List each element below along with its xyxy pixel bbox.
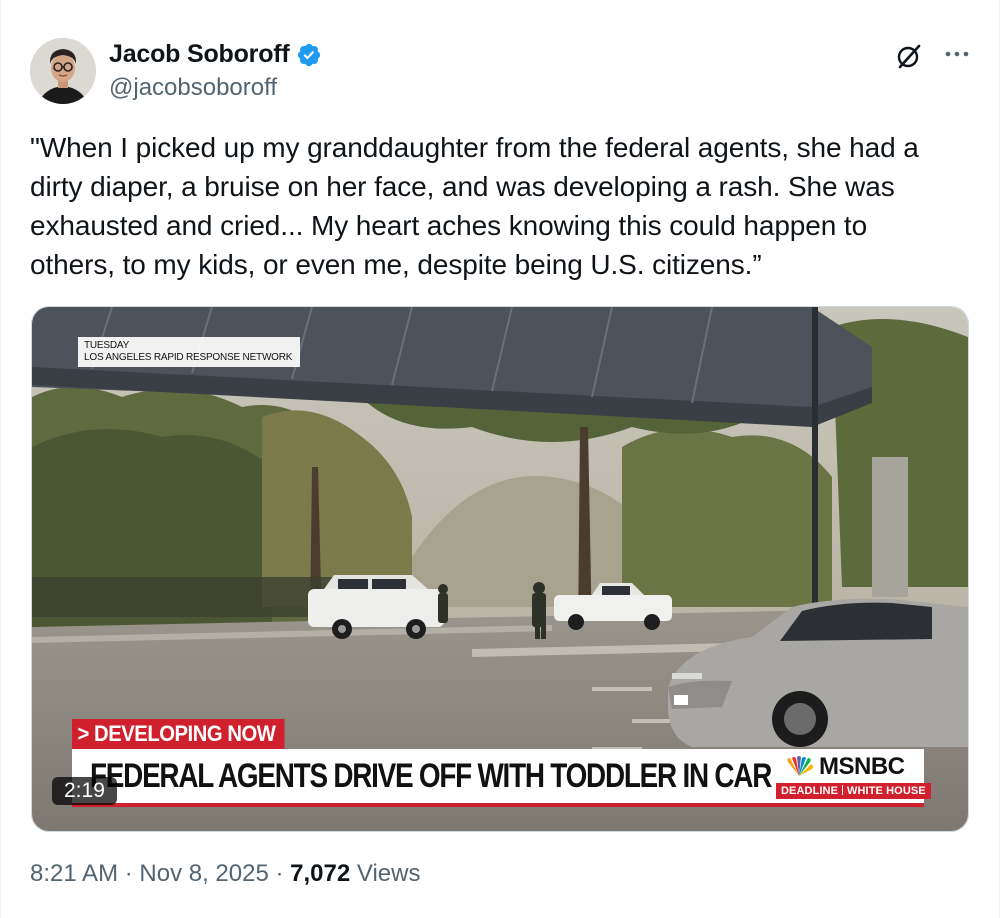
meta-separator: · [118, 860, 140, 887]
network-branding: MSNBC DEADLINE WHITE HOUSE [772, 749, 931, 803]
tweet-text-line: dirty diaper, a bruise on her face, and … [30, 171, 895, 202]
author-name[interactable]: Jacob Soboroff [109, 40, 290, 69]
tweet-card: Jacob Soboroff @jacobsoboroff "When I pi… [0, 0, 1000, 918]
tweet-text: "When I picked up my granddaughter from … [30, 128, 975, 284]
show-tag-divider [842, 785, 844, 795]
tweet-text-line: "When I picked up my granddaughter from … [30, 132, 919, 163]
show-tag-left: DEADLINE [781, 785, 839, 797]
more-icon[interactable] [941, 40, 973, 72]
developing-now-badge: > DEVELOPING NOW [72, 719, 285, 749]
video-player[interactable]: TUESDAY LOS ANGELES RAPID RESPONSE NETWO… [31, 306, 969, 832]
source-label: TUESDAY LOS ANGELES RAPID RESPONSE NETWO… [78, 337, 301, 367]
msnbc-logo: MSNBC [782, 753, 905, 781]
peacock-icon [787, 756, 814, 776]
tweet-time[interactable]: 8:21 AM [30, 860, 118, 887]
lower-third-banner: FEDERAL AGENTS DRIVE OFF WITH TODDLER IN… [72, 749, 931, 807]
tweet-meta: 8:21 AM · Nov 8, 2025 · 7,072 Views [30, 860, 420, 888]
verified-badge-icon [296, 42, 322, 68]
views-count[interactable]: 7,072 [290, 860, 350, 887]
tweet-text-line: exhausted and cried... My heart aches kn… [30, 210, 868, 241]
video-duration: 2:19 [52, 777, 117, 805]
author-name-row: Jacob Soboroff [109, 40, 322, 69]
source-label-org: LOS ANGELES RAPID RESPONSE NETWORK [84, 352, 293, 363]
avatar[interactable] [30, 38, 96, 104]
msnbc-wordmark: MSNBC [819, 753, 905, 780]
show-tag-right: WHITE HOUSE [847, 785, 926, 797]
grok-icon[interactable] [893, 40, 925, 72]
author-handle[interactable]: @jacobsoboroff [109, 74, 277, 102]
show-tag: DEADLINE WHITE HOUSE [776, 783, 931, 799]
source-label-day: TUESDAY [84, 340, 130, 351]
news-headline: FEDERAL AGENTS DRIVE OFF WITH TODDLER IN… [90, 757, 859, 795]
tweet-text-line: others, to my kids, or even me, despite … [30, 249, 762, 280]
tweet-date[interactable]: Nov 8, 2025 [139, 860, 268, 887]
views-label[interactable]: Views [357, 860, 421, 887]
meta-separator: · [268, 860, 291, 887]
